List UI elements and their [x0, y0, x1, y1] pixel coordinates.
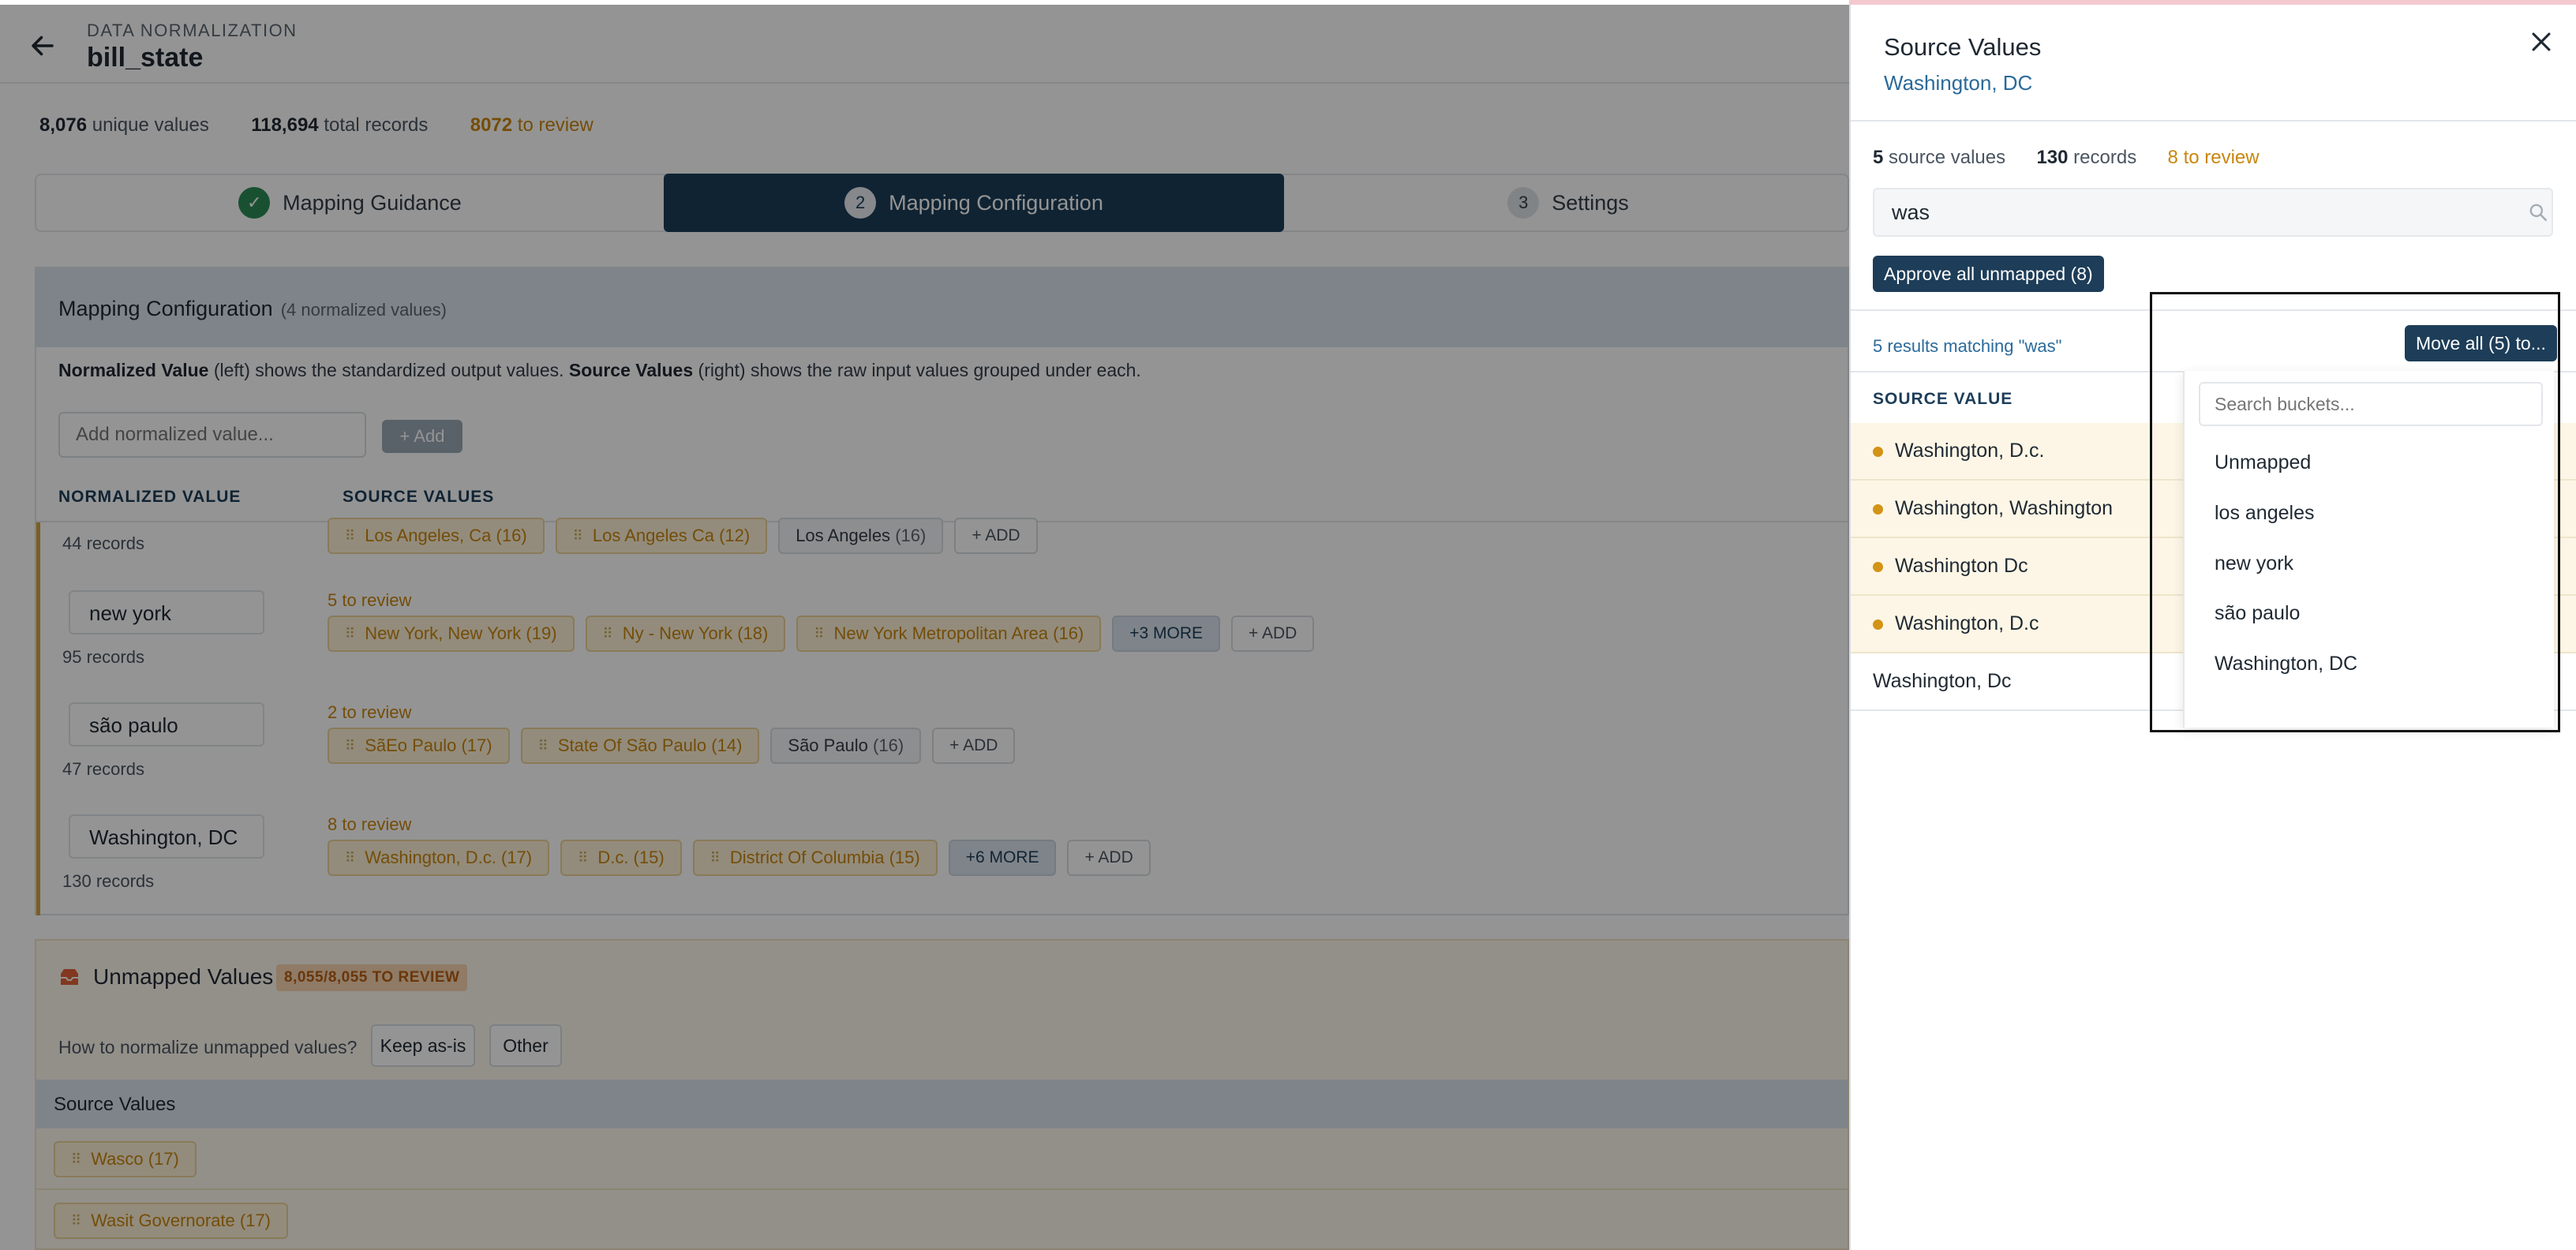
search-icon	[2529, 204, 2548, 222]
panel-subtitle: Washington, DC	[1884, 71, 2033, 95]
panel-title: Source Values	[1884, 33, 2042, 61]
pending-dot-icon	[1873, 447, 1883, 457]
pending-dot-icon	[1873, 504, 1883, 515]
focus-highlight-box	[2150, 292, 2560, 732]
panel-header: Source Values Washington, DC	[1851, 5, 2576, 122]
results-summary: 5 results matching "was"	[1873, 336, 2062, 356]
close-icon[interactable]	[2528, 28, 2555, 55]
source-search-input[interactable]	[1873, 188, 2553, 237]
column-header-source-value: SOURCE VALUE	[1873, 390, 2013, 408]
main-page: DATA NORMALIZATION bill_state 8,076 uniq…	[0, 0, 1849, 1250]
item-label: Washington, D.c	[1895, 612, 2039, 634]
item-label: Washington, D.c.	[1895, 440, 2045, 462]
review-label: to review	[2183, 147, 2260, 168]
panel-stats: 5 source values 130 records 8 to review	[1873, 147, 2260, 169]
review-count: 8	[2167, 147, 2178, 168]
approve-all-unmapped-button[interactable]: Approve all unmapped (8)	[1873, 256, 2104, 292]
records-label: records	[2073, 147, 2137, 168]
pending-dot-icon	[1873, 619, 1883, 630]
item-label: Washington, Dc	[1873, 670, 2012, 692]
pending-dot-icon	[1873, 562, 1883, 572]
records-count: 130	[2036, 147, 2069, 168]
item-label: Washington, Washington	[1895, 497, 2114, 519]
source-label: source values	[1889, 147, 2006, 168]
modal-backdrop[interactable]	[0, 5, 1849, 1250]
source-count: 5	[1873, 147, 1884, 168]
item-label: Washington Dc	[1895, 555, 2028, 577]
